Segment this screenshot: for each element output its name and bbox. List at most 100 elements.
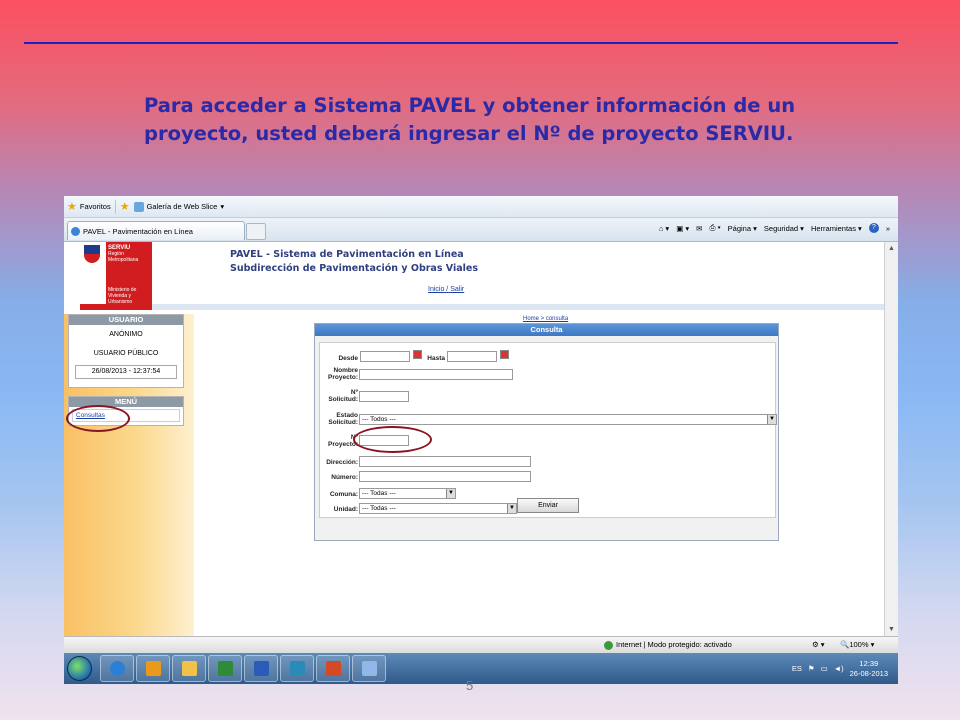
favorites-bar: ★ Favoritos ★ Galería de Web Slice ▾	[64, 196, 898, 218]
label-comuna: Comuna:	[329, 491, 358, 498]
start-button[interactable]	[67, 656, 92, 681]
status-zone: Internet | Modo protegido: activado	[616, 640, 732, 649]
favorites-label: Favoritos	[79, 202, 111, 211]
system-tray: ES ⚑ ▭ ◄) 12:39 26-08-2013	[792, 653, 898, 684]
breadcrumb[interactable]: Home > consulta	[523, 316, 568, 322]
enviar-button[interactable]: Enviar	[517, 498, 579, 513]
numero-input[interactable]	[359, 471, 531, 482]
label-unidad: Unidad:	[333, 506, 358, 513]
web-slice-icon	[133, 201, 144, 212]
slide-page-number: 5	[466, 678, 474, 693]
direccion-input[interactable]	[359, 456, 531, 467]
site-title-line2: Subdirección de Pavimentación y Obras Vi…	[230, 263, 479, 274]
new-tab-button[interactable]	[246, 223, 266, 240]
label-nombre-proyecto: Nombre Proyecto:	[328, 367, 358, 381]
slide-title: Para acceder a Sistema PAVEL y obtener i…	[144, 94, 796, 145]
slide-title-rule	[24, 42, 898, 44]
label-numero: Número:	[331, 474, 358, 481]
label-direccion: Dirección:	[326, 459, 358, 466]
user-anon: ANÓNIMO	[109, 331, 143, 338]
web-slice-gallery-button[interactable]: Galería de Web Slice ▾	[133, 201, 225, 212]
salir-link[interactable]: Salir	[450, 286, 464, 293]
nombre-proyecto-input[interactable]	[359, 369, 513, 380]
tab-and-command-bar: PAVEL - Pavimentación en Línea ⌂ ▾ ▣ ▾ ✉…	[64, 218, 898, 242]
print-icon[interactable]: ⎙ ▾	[709, 223, 720, 233]
word-taskbar-icon[interactable]	[244, 655, 278, 682]
chevron-down-icon: ▼	[446, 489, 455, 498]
header-links: Inicio / Salir	[428, 286, 464, 293]
language-indicator[interactable]: ES	[792, 664, 802, 673]
add-favorite-button[interactable]: ★	[119, 200, 130, 213]
status-bar: Internet | Modo protegido: activado ⚙ ▾ …	[64, 636, 898, 653]
chevron-down-icon: ▼	[767, 415, 776, 424]
ie-taskbar-icon[interactable]	[100, 655, 134, 682]
chevron-down-icon: ▾	[220, 202, 225, 211]
zoom-level[interactable]: 🔍100% ▾	[840, 640, 874, 649]
comuna-select[interactable]: --- Todas --- ▼	[359, 488, 456, 499]
paint-taskbar-icon[interactable]	[352, 655, 386, 682]
clock-date: 26-08-2013	[849, 668, 888, 678]
star-icon: ★	[67, 200, 77, 213]
clock[interactable]: 12:39 26-08-2013	[850, 659, 888, 679]
hasta-input[interactable]	[447, 351, 497, 362]
tab-pavel[interactable]: PAVEL - Pavimentación en Línea	[67, 221, 245, 240]
chevron-down-icon: ▼	[507, 504, 516, 513]
browser-screenshot: ★ Favoritos ★ Galería de Web Slice ▾ PAV…	[64, 196, 898, 684]
network-icon[interactable]: ▭	[821, 664, 828, 673]
powerpoint-taskbar-icon[interactable]	[316, 655, 350, 682]
globe-icon	[604, 641, 613, 650]
outlook-taskbar-icon[interactable]	[136, 655, 170, 682]
tab-title: PAVEL - Pavimentación en Línea	[83, 226, 193, 236]
scroll-down-icon[interactable]: ▼	[887, 625, 896, 634]
desde-input[interactable]	[360, 351, 410, 362]
tools-menu[interactable]: Herramientas ▾	[811, 224, 862, 233]
volume-icon[interactable]: ◄)	[834, 664, 844, 673]
estado-value: --- Todos ---	[362, 416, 396, 423]
n-solicitud-input[interactable]	[359, 391, 409, 402]
serviu-logo[interactable]: SERVIU Región Metropolitana Ministerio d…	[106, 242, 152, 310]
security-menu[interactable]: Seguridad ▾	[764, 224, 804, 233]
chile-shield-icon	[84, 245, 100, 263]
label-desde: Desde	[338, 355, 358, 362]
user-panel-header: USUARIO	[69, 315, 183, 325]
consulta-header: Consulta	[315, 324, 778, 336]
scroll-up-icon[interactable]: ▲	[887, 244, 896, 253]
excel-taskbar-icon[interactable]	[208, 655, 242, 682]
flag-icon[interactable]: ⚑	[808, 664, 815, 673]
user-public: USUARIO PÚBLICO	[93, 350, 159, 357]
mail-icon[interactable]: ✉	[696, 224, 702, 233]
favorites-button[interactable]: ★ Favoritos	[67, 200, 111, 213]
calendar-icon[interactable]	[413, 350, 422, 359]
label-n-solicitud: Nº Solicitud:	[328, 389, 358, 403]
home-icon[interactable]: ⌂ ▾	[659, 224, 669, 233]
unidad-select[interactable]: --- Todas --- ▼	[359, 503, 517, 514]
header-band	[80, 304, 884, 310]
ie-page-icon	[71, 226, 80, 236]
unidad-value: --- Todas ---	[362, 505, 396, 512]
comuna-value: --- Todas ---	[362, 490, 396, 497]
lync-taskbar-icon[interactable]	[280, 655, 314, 682]
help-icon[interactable]: ?	[868, 223, 879, 233]
web-slice-label: Galería de Web Slice	[146, 202, 218, 211]
label-hasta: Hasta	[427, 355, 445, 362]
page-menu[interactable]: Página ▾	[728, 224, 757, 233]
label-estado-solicitud: Estado Solicitud:	[328, 412, 358, 426]
vertical-scrollbar[interactable]: ▲ ▼	[884, 242, 898, 636]
clock-time: 12:39	[859, 658, 879, 668]
page-viewport: SERVIU Región Metropolitana Ministerio d…	[64, 242, 884, 636]
separator	[114, 199, 116, 214]
session-datetime: 26/08/2013 - 12:37:54	[75, 365, 177, 379]
chevron-more-icon[interactable]: »	[886, 224, 890, 233]
star-plus-icon: ★	[119, 200, 130, 213]
ministry-text: Ministerio de Vivienda y Urbanismo	[108, 287, 137, 305]
highlight-ring-n-proyecto	[353, 426, 432, 453]
link-separator: /	[446, 286, 449, 293]
estado-select[interactable]: --- Todos --- ▼	[359, 414, 777, 425]
calendar-icon[interactable]	[500, 350, 509, 359]
feeds-icon[interactable]: ▣ ▾	[676, 224, 689, 233]
protected-mode-icon[interactable]: ⚙ ▾	[812, 640, 825, 649]
inicio-link[interactable]: Inicio	[428, 286, 444, 293]
site-title-line1: PAVEL - Sistema de Pavimentación en Líne…	[230, 249, 464, 260]
explorer-taskbar-icon[interactable]	[172, 655, 206, 682]
logo-sub: Región Metropolitana	[108, 251, 139, 263]
